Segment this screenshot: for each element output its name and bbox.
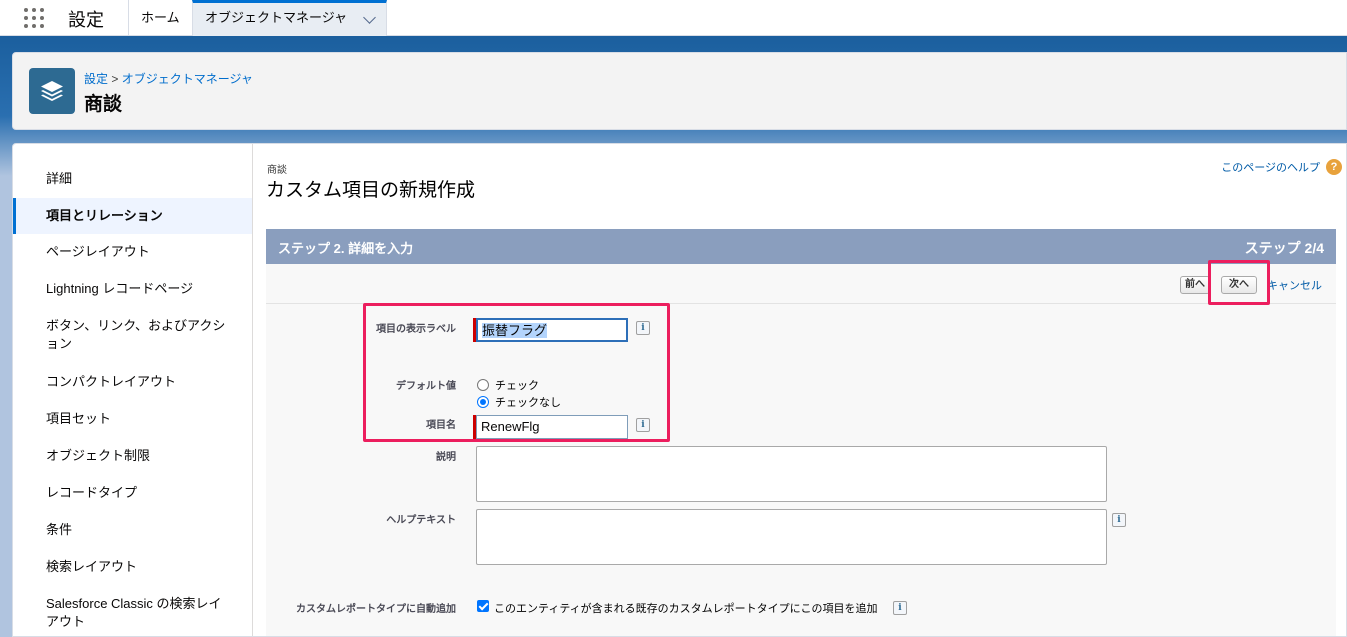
sidebar-item-classic-search-layouts[interactable]: Salesforce Classic の検索レイアウト — [13, 595, 233, 631]
step-header: ステップ 2. 詳細を入力 ステップ 2/4 — [266, 229, 1336, 264]
step-count: ステップ 2/4 — [1244, 240, 1324, 256]
sidebar-item-search-layouts[interactable]: 検索レイアウト — [13, 558, 252, 576]
tab-object-manager[interactable]: オブジェクトマネージャ — [192, 0, 387, 36]
object-header: 設定 > オブジェクトマネージャ 商談 — [12, 52, 1347, 130]
breadcrumb-root[interactable]: 設定 — [84, 72, 108, 86]
default-unchecked-option[interactable]: チェックなし — [477, 394, 561, 410]
sidebar-item-page-layouts[interactable]: ページレイアウト — [13, 243, 252, 261]
display-label-input[interactable]: 振替フラグ — [476, 318, 628, 342]
info-icon[interactable]: i — [636, 418, 650, 432]
default-unchecked-label: チェックなし — [495, 397, 561, 409]
sidebar-item-compact-layouts[interactable]: コンパクトレイアウト — [13, 373, 252, 391]
sidebar-item-lightning-record-pages[interactable]: Lightning レコードページ — [13, 280, 252, 298]
field-name-input[interactable]: RenewFlg — [476, 415, 628, 439]
object-label: 商談 — [267, 165, 287, 176]
auto-add-label: カスタムレポートタイプに自動追加 — [296, 604, 456, 615]
info-icon[interactable]: i — [1112, 513, 1126, 527]
help-question-icon[interactable]: ? — [1326, 159, 1342, 175]
tab-home[interactable]: ホーム — [128, 0, 192, 36]
sidebar-item-details[interactable]: 詳細 — [13, 170, 252, 188]
radio-checked[interactable] — [477, 396, 489, 408]
auto-add-text: このエンティティが含まれる既存のカスタムレポートタイプにこの項目を追加 — [494, 603, 878, 615]
page-title: 商談 — [84, 94, 123, 115]
tab-object-manager-label: オブジェクトマネージャ — [205, 10, 348, 25]
form-title: カスタム項目の新規作成 — [266, 180, 476, 201]
description-textarea[interactable] — [476, 446, 1107, 502]
breadcrumb: 設定 > オブジェクトマネージャ — [84, 70, 253, 87]
help-text-textarea[interactable] — [476, 509, 1107, 565]
cancel-link[interactable]: キャンセル — [1267, 277, 1322, 293]
sidebar: 詳細 項目とリレーション ページレイアウト Lightning レコードページ … — [13, 144, 253, 636]
previous-button[interactable]: 前へ — [1180, 276, 1210, 294]
display-label-value: 振替フラグ — [482, 323, 548, 338]
info-icon[interactable]: i — [893, 601, 907, 615]
chevron-down-icon[interactable] — [363, 11, 376, 24]
description-label: 説明 — [436, 452, 456, 463]
auto-add-checkbox[interactable] — [477, 600, 489, 612]
help-link-label: このページのヘルプ — [1221, 162, 1320, 174]
field-name-label: 項目名 — [426, 420, 456, 431]
default-value-label: デフォルト値 — [396, 381, 456, 392]
app-launcher-icon[interactable] — [24, 8, 46, 28]
help-link[interactable]: このページのヘルプ ? — [1221, 159, 1342, 175]
content-area: 商談 カスタム項目の新規作成 このページのヘルプ ? ステップ 2. 詳細を入力… — [265, 144, 1346, 636]
sidebar-item-fields-relationships[interactable]: 項目とリレーション — [13, 198, 252, 234]
app-name: 設定 — [68, 10, 104, 30]
breadcrumb-object-manager[interactable]: オブジェクトマネージャ — [122, 72, 253, 86]
top-navigation: 設定 ホーム オブジェクトマネージャ — [0, 0, 1347, 36]
sidebar-item-field-sets[interactable]: 項目セット — [13, 410, 252, 428]
main-panel: 詳細 項目とリレーション ページレイアウト Lightning レコードページ … — [12, 143, 1347, 637]
next-button[interactable]: 次へ — [1221, 276, 1257, 294]
step-title: ステップ 2. 詳細を入力 — [278, 241, 414, 256]
default-checked-label: チェック — [495, 380, 539, 392]
radio-unchecked[interactable] — [477, 379, 489, 391]
form-area: 項目の表示ラベル 振替フラグ i デフォルト値 チェック チェックなし 項目名 … — [266, 304, 1336, 636]
info-icon[interactable]: i — [636, 321, 650, 335]
sidebar-item-record-types[interactable]: レコードタイプ — [13, 484, 252, 502]
sidebar-item-buttons-links-actions[interactable]: ボタン、リンク、およびアクション — [13, 317, 233, 353]
help-text-label: ヘルプテキスト — [386, 515, 456, 526]
display-label-label: 項目の表示ラベル — [376, 324, 456, 335]
button-row: 前へ 次へ キャンセル — [266, 264, 1336, 304]
layers-icon — [29, 68, 75, 114]
sidebar-item-conditions[interactable]: 条件 — [13, 521, 252, 539]
sidebar-item-object-limits[interactable]: オブジェクト制限 — [13, 447, 252, 465]
breadcrumb-separator: > — [108, 72, 122, 86]
default-checked-option[interactable]: チェック — [477, 377, 539, 393]
